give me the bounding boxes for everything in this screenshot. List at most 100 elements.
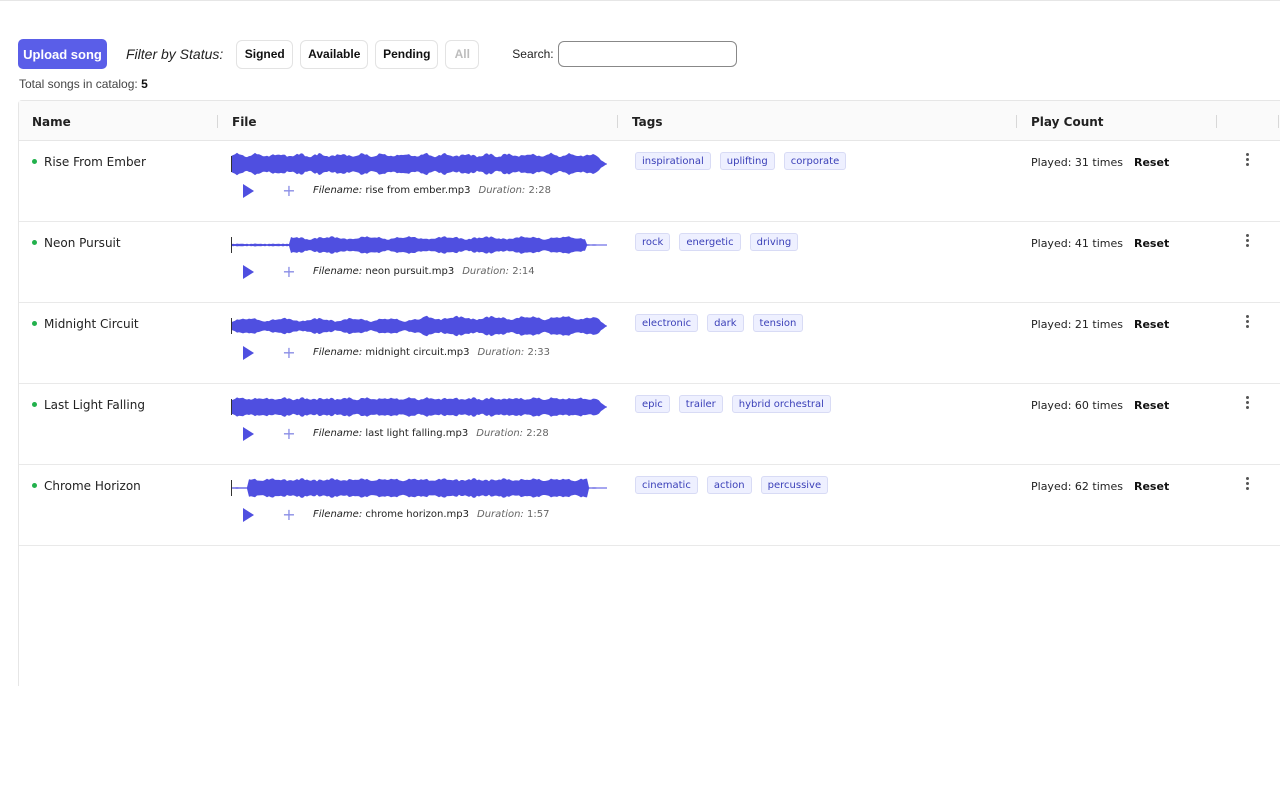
column-resizer[interactable] (1216, 115, 1217, 128)
filter-signed-button[interactable]: Signed (236, 39, 294, 69)
plus-icon[interactable]: + (282, 264, 296, 280)
duration-value: 1:57 (527, 509, 550, 520)
table-row: Neon Pursuit + Filename: neon pursuit.mp… (19, 222, 1280, 303)
filter-by-status-label: Filter by Status: (126, 46, 224, 62)
play-count: Played: 41 times (1031, 237, 1123, 250)
waveform[interactable] (231, 473, 607, 503)
toolbar: Upload song Filter by Status: Signed Ava… (18, 39, 737, 69)
waveform[interactable] (231, 311, 607, 341)
filename-value: neon pursuit.mp3 (365, 266, 455, 277)
waveform[interactable] (231, 392, 607, 422)
filename-label: Filename: (313, 185, 363, 196)
plus-icon[interactable]: + (282, 183, 296, 199)
tag[interactable]: rock (635, 233, 671, 251)
waveform-shape (231, 152, 607, 176)
kebab-menu-icon[interactable] (1241, 477, 1253, 493)
column-resizer[interactable] (1278, 115, 1279, 128)
status-dot-icon (32, 240, 37, 245)
duration-label: Duration: (476, 428, 524, 439)
column-resizer[interactable] (217, 115, 218, 128)
tag[interactable]: action (706, 476, 752, 494)
column-resizer[interactable] (617, 115, 618, 128)
column-header-play-count[interactable]: Play Count (1031, 115, 1104, 129)
duration-value: 2:28 (528, 185, 551, 196)
duration-label: Duration: (478, 185, 526, 196)
reset-button[interactable]: Reset (1134, 480, 1169, 493)
song-name: Midnight Circuit (44, 317, 139, 331)
tag[interactable]: percussive (760, 476, 829, 494)
duration-label: Duration: (477, 347, 525, 358)
column-header-name[interactable]: Name (32, 115, 71, 129)
reset-button[interactable]: Reset (1134, 399, 1169, 412)
tag[interactable]: corporate (783, 152, 847, 170)
play-icon[interactable] (241, 508, 255, 522)
status-dot-icon (32, 402, 37, 407)
tag-list: inspirational uplifting corporate (635, 152, 855, 170)
plus-icon[interactable]: + (282, 345, 296, 361)
plus-icon[interactable]: + (282, 426, 296, 442)
status-dot-icon (32, 321, 37, 326)
waveform[interactable] (231, 230, 607, 260)
filter-all-button[interactable]: All (445, 39, 480, 69)
filter-pending-button[interactable]: Pending (375, 39, 439, 69)
table-body: Rise From Ember + Filename: rise from em… (19, 141, 1280, 546)
file-info: Filename: rise from ember.mp3 Duration: 2… (313, 185, 551, 196)
search-label: Search: (512, 47, 554, 61)
upload-song-button[interactable]: Upload song (18, 39, 107, 69)
status-dot-icon (32, 483, 37, 488)
tag[interactable]: electronic (635, 314, 699, 332)
tag[interactable]: hybrid orchestral (731, 395, 831, 413)
duration-label: Duration: (462, 266, 510, 277)
top-divider (0, 0, 1280, 1)
tag[interactable]: energetic (679, 233, 741, 251)
table-row: Midnight Circuit + Filename: midnight ci… (19, 303, 1280, 384)
duration-value: 2:14 (512, 266, 535, 277)
search-input[interactable] (557, 41, 737, 67)
play-icon[interactable] (241, 427, 255, 441)
tag[interactable]: cinematic (635, 476, 698, 494)
tag[interactable]: tension (752, 314, 804, 332)
reset-button[interactable]: Reset (1134, 318, 1169, 331)
song-name: Chrome Horizon (44, 479, 141, 493)
tag-list: electronic dark tension (635, 314, 812, 332)
tag[interactable]: trailer (678, 395, 723, 413)
plus-icon[interactable]: + (282, 507, 296, 523)
tag-list: epic trailer hybrid orchestral (635, 395, 840, 413)
tag-list: rock energetic driving (635, 233, 807, 251)
tag[interactable]: inspirational (635, 152, 711, 170)
play-icon[interactable] (241, 346, 255, 360)
table-row: Rise From Ember + Filename: rise from em… (19, 141, 1280, 222)
play-count: Played: 62 times (1031, 480, 1123, 493)
play-count: Played: 21 times (1031, 318, 1123, 331)
waveform-shape (231, 397, 607, 417)
total-songs-summary: Total songs in catalog: 5 (19, 77, 148, 91)
duration-value: 2:33 (527, 347, 550, 358)
kebab-menu-icon[interactable] (1241, 396, 1253, 412)
play-count: Played: 31 times (1031, 156, 1123, 169)
kebab-menu-icon[interactable] (1241, 315, 1253, 331)
kebab-menu-icon[interactable] (1241, 234, 1253, 250)
column-resizer[interactable] (1016, 115, 1017, 128)
tag[interactable]: dark (707, 314, 744, 332)
table-row: Chrome Horizon + Filename: chrome horizo… (19, 465, 1280, 546)
file-info: Filename: midnight circuit.mp3 Duration: … (313, 347, 550, 358)
play-count: Played: 60 times (1031, 399, 1123, 412)
play-icon[interactable] (241, 265, 255, 279)
tag[interactable]: driving (749, 233, 799, 251)
duration-value: 2:28 (526, 428, 549, 439)
waveform[interactable] (231, 149, 607, 179)
column-header-tags[interactable]: Tags (632, 115, 662, 129)
filter-available-button[interactable]: Available (300, 39, 369, 69)
tag-list: cinematic action percussive (635, 476, 837, 494)
kebab-menu-icon[interactable] (1241, 153, 1253, 169)
status-filter-group: Signed Available Pending All (236, 39, 486, 69)
file-info: Filename: neon pursuit.mp3 Duration: 2:14 (313, 266, 535, 277)
reset-button[interactable]: Reset (1134, 237, 1169, 250)
reset-button[interactable]: Reset (1134, 156, 1169, 169)
table-header: Name File Tags Play Count (19, 101, 1280, 141)
tag[interactable]: epic (635, 395, 670, 413)
tag[interactable]: uplifting (719, 152, 775, 170)
total-songs-label: Total songs in catalog: (19, 77, 138, 91)
play-icon[interactable] (241, 184, 255, 198)
column-header-file[interactable]: File (232, 115, 257, 129)
